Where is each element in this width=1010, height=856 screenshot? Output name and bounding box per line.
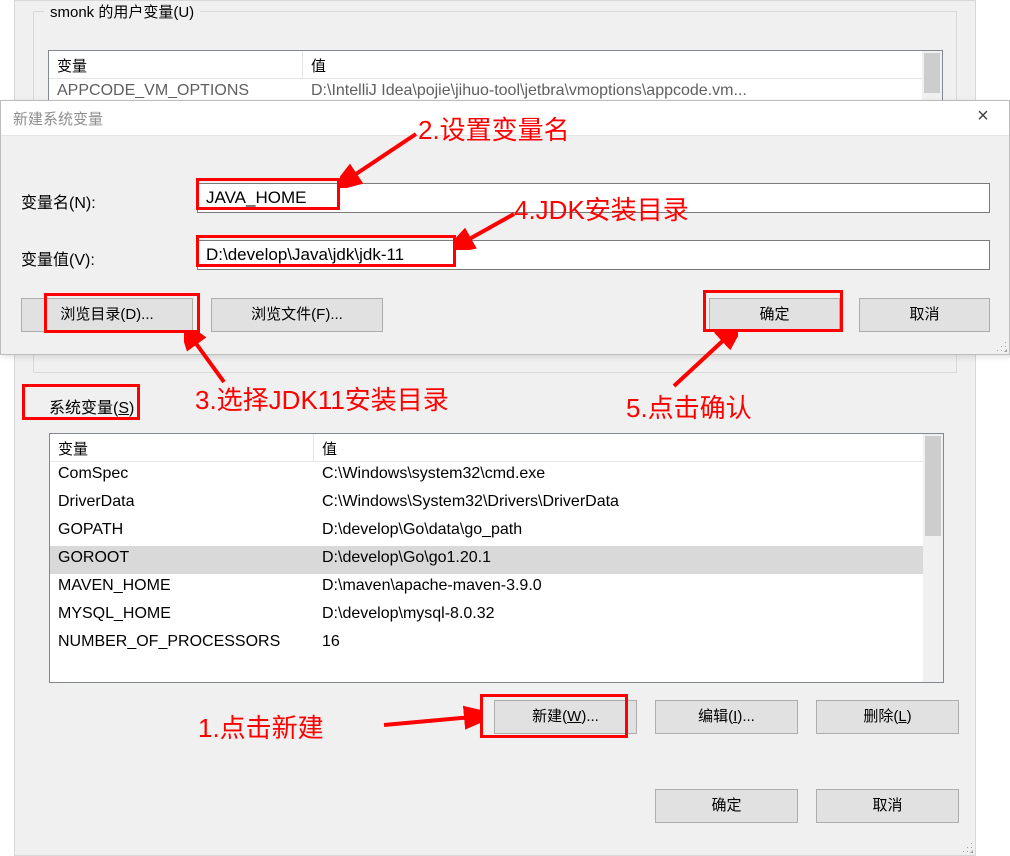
cell-var-name: DriverData [50,490,314,518]
new-button[interactable]: 新建(W)... [494,700,637,734]
col-header-variable[interactable]: 变量 [50,434,314,461]
variable-name-label: 变量名(N): [21,189,96,213]
cell-var-value: D:\develop\mysql-8.0.32 [314,602,943,630]
col-header-value[interactable]: 值 [314,434,943,461]
cell-var-value: D:\develop\Go\data\go_path [314,518,943,546]
cell-var-name: NUMBER_OF_PROCESSORS [50,630,314,658]
dialog-ok-button[interactable]: 确定 [709,298,840,332]
variable-name-input[interactable] [197,183,990,213]
table-row[interactable]: GOROOTD:\develop\Go\go1.20.1 [50,546,943,574]
browse-file-button[interactable]: 浏览文件(F)... [211,298,383,332]
cell-var-value: C:\Windows\system32\cmd.exe [314,462,943,490]
new-system-variable-dialog: 新建系统变量 × 变量名(N): 变量值(V): 浏览目录(D)... 浏览文件… [0,100,1010,355]
user-variables-header: 变量 值 [49,51,942,79]
edit-button[interactable]: 编辑(I)... [655,700,798,734]
cancel-button[interactable]: 取消 [816,789,959,823]
variable-value-label: 变量值(V): [21,246,95,270]
table-row[interactable]: NUMBER_OF_PROCESSORS16 [50,630,943,658]
user-variables-title: smonk 的用户变量(U) [44,1,200,22]
system-variables-table[interactable]: 变量 值 ComSpecC:\Windows\system32\cmd.exeD… [49,433,944,683]
cell-var-name: GOPATH [50,518,314,546]
col-header-value[interactable]: 值 [303,51,942,78]
col-header-variable[interactable]: 变量 [49,51,303,78]
ok-button[interactable]: 确定 [655,789,798,823]
cell-var-value: 16 [314,630,943,658]
variable-value-input[interactable] [197,240,990,270]
cell-var-value: C:\Windows\System32\Drivers\DriverData [314,490,943,518]
table-row[interactable]: MYSQL_HOMED:\develop\mysql-8.0.32 [50,602,943,630]
cell-var-name: MAVEN_HOME [50,574,314,602]
resize-grip-icon[interactable] [955,835,973,853]
delete-button[interactable]: 删除(L) [816,700,959,734]
cell-var-value: D:\maven\apache-maven-3.9.0 [314,574,943,602]
scrollbar-thumb[interactable] [925,436,941,536]
dialog-title: 新建系统变量 [13,108,103,129]
dialog-titlebar[interactable]: 新建系统变量 [1,101,1009,136]
table-row[interactable]: GOPATHD:\develop\Go\data\go_path [50,518,943,546]
cell-var-value: D:\develop\Go\go1.20.1 [314,546,943,574]
table-row[interactable]: DriverDataC:\Windows\System32\Drivers\Dr… [50,490,943,518]
close-icon[interactable]: × [957,101,1009,134]
system-variables-label: 系统变量(S) [49,394,134,418]
resize-grip-icon[interactable] [989,334,1007,352]
table-row[interactable]: MAVEN_HOMED:\maven\apache-maven-3.9.0 [50,574,943,602]
scrollbar-thumb[interactable] [924,53,940,93]
scrollbar[interactable] [923,434,943,682]
cell-var-name: ComSpec [50,462,314,490]
dialog-cancel-button[interactable]: 取消 [859,298,990,332]
cell-var-name: MYSQL_HOME [50,602,314,630]
cell-var-name: GOROOT [50,546,314,574]
system-variables-header: 变量 值 [50,434,943,462]
table-row[interactable]: ComSpecC:\Windows\system32\cmd.exe [50,462,943,490]
browse-directory-button[interactable]: 浏览目录(D)... [21,298,193,332]
